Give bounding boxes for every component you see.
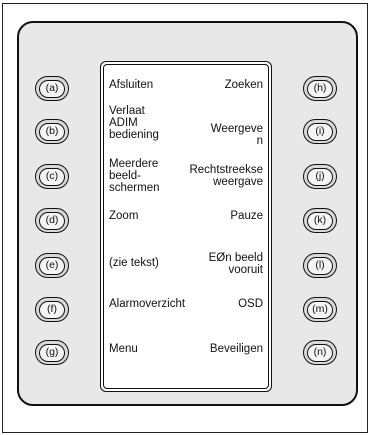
right-softkey-2[interactable]: (j) — [303, 164, 337, 189]
screen-label-left-5: Alarmoverzicht — [109, 298, 185, 310]
right-softkey-4[interactable]: (l) — [303, 253, 337, 278]
softkey-label: (i) — [307, 122, 333, 141]
screen-label-line: Afsluiten — [109, 79, 154, 91]
screen-label-line: Menu — [109, 343, 138, 355]
screen-label-line: Weergeve — [210, 123, 263, 135]
screen-label-right-6: Beveiligen — [210, 343, 263, 355]
left-softkey-0[interactable]: (a) — [35, 76, 69, 101]
screen-label-line: Meerdere — [109, 158, 159, 170]
softkey-label: (n) — [307, 343, 333, 362]
screen-label-line: Alarmoverzicht — [109, 298, 186, 310]
screen-label-left-6: Menu — [109, 343, 138, 355]
left-softkey-1[interactable]: (b) — [35, 119, 69, 144]
left-softkey-4[interactable]: (e) — [35, 253, 69, 278]
softkey-label: (b) — [39, 122, 65, 141]
softkey-label: (j) — [307, 167, 333, 186]
screen-label-line: weergave — [213, 176, 263, 188]
softkey-label: (g) — [39, 343, 65, 362]
screen-label-line: (zie tekst) — [109, 257, 159, 269]
softkey-label: (e) — [39, 256, 65, 275]
softkey-label: (h) — [307, 79, 333, 98]
screen-label-left-1: Verlaat ADIM bediening — [109, 105, 159, 141]
softkey-label: (k) — [307, 211, 333, 230]
screen-label-line: Beveiligen — [209, 343, 263, 355]
screen-label-right-5: OSD — [238, 298, 263, 310]
softkey-label: (f) — [39, 300, 65, 319]
screen-label-line: EØn beeld — [208, 252, 263, 264]
right-softkey-5[interactable]: (m) — [303, 297, 337, 322]
screen-label-left-2: Meerdere beeld-schermen — [109, 158, 160, 194]
left-softkey-3[interactable]: (d) — [35, 208, 69, 233]
screen-label-left-0: Afsluiten — [109, 79, 153, 91]
screen-label-line: Verlaat — [109, 105, 145, 117]
right-softkey-1[interactable]: (i) — [303, 119, 337, 144]
screen-label-line: Rechtstreekse — [189, 164, 263, 176]
screen-label-line: Pauze — [230, 210, 263, 222]
screen-label-line: n — [256, 135, 263, 147]
screen-label-right-0: Zoeken — [225, 79, 263, 91]
screen-label-line: bediening — [109, 129, 159, 141]
right-softkey-0[interactable]: (h) — [303, 76, 337, 101]
screen-label-line: ADIM — [109, 117, 138, 129]
left-softkey-6[interactable]: (g) — [35, 340, 69, 365]
right-softkey-3[interactable]: (k) — [303, 208, 337, 233]
screen-label-line: schermen — [109, 182, 160, 194]
screen-label-line: OSD — [238, 298, 263, 310]
screen-label-left-4: (zie tekst) — [109, 257, 159, 269]
screen-label-right-3: Pauze — [230, 210, 263, 222]
softkey-label: (m) — [307, 300, 333, 319]
softkey-label: (d) — [39, 211, 65, 230]
softkey-label: (a) — [39, 79, 65, 98]
softkey-label: (l) — [307, 256, 333, 275]
screen-label-line: Zoeken — [224, 79, 263, 91]
screen-label-line: beeld- — [109, 170, 141, 182]
softkey-label: (c) — [39, 167, 65, 186]
left-softkey-2[interactable]: (c) — [35, 164, 69, 189]
screen-label-right-1: Weergeve n — [211, 123, 263, 147]
left-softkey-5[interactable]: (f) — [35, 297, 69, 322]
screen-label-line: vooruit — [228, 264, 263, 276]
screen-label-right-2: Rechtstreekse weergave — [189, 164, 263, 188]
screen-label-left-3: Zoom — [109, 210, 138, 222]
right-softkey-6[interactable]: (n) — [303, 340, 337, 365]
screen-label-line: Zoom — [109, 210, 139, 222]
screen-label-right-4: EØn beeld vooruit — [209, 252, 263, 276]
